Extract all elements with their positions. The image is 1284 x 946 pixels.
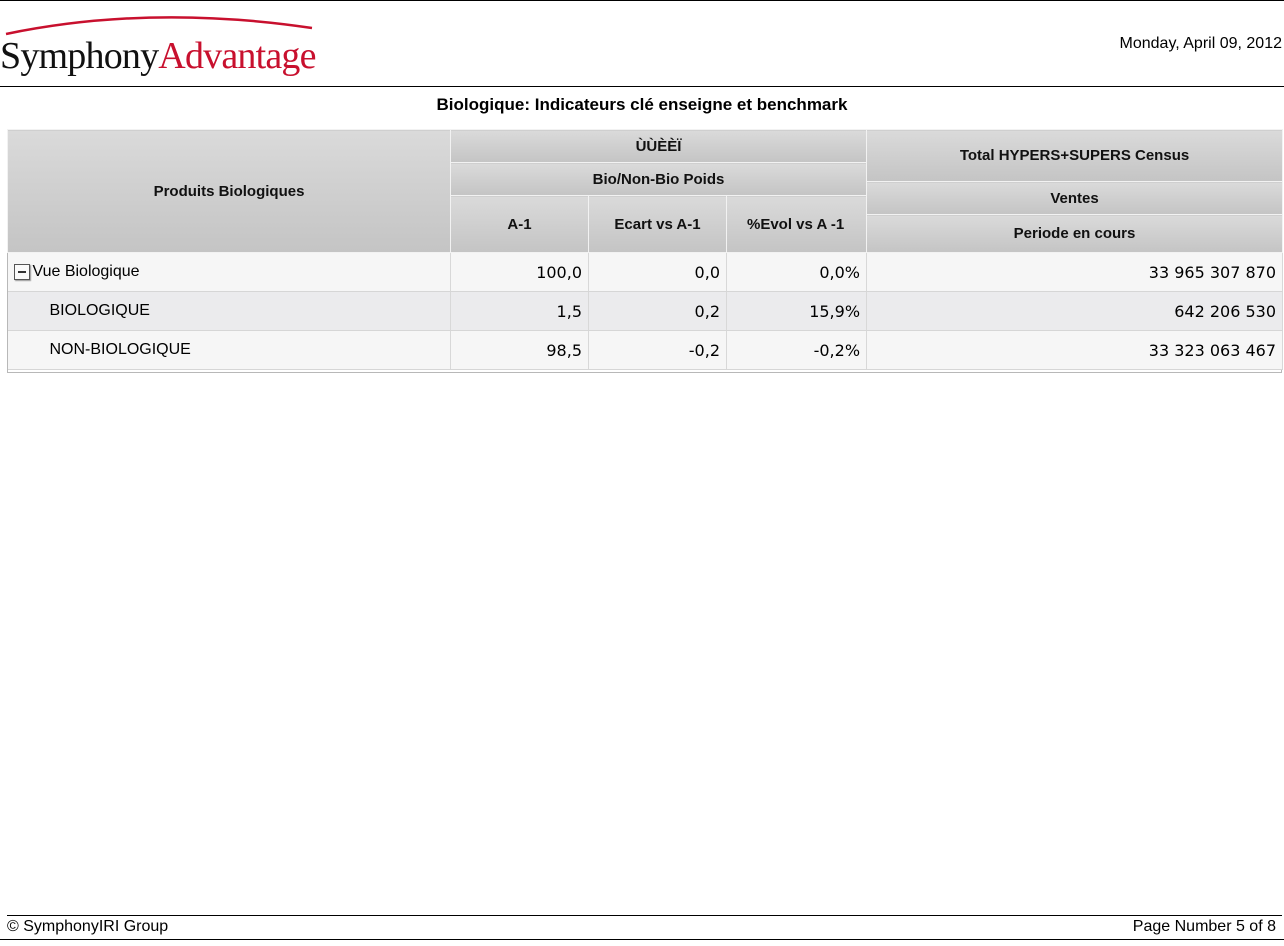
collapse-minus-icon[interactable] xyxy=(13,263,30,280)
cell-evol: 15,9% xyxy=(726,291,868,331)
cell-a1: 1,5 xyxy=(450,291,589,331)
cell-ventes: 33 323 063 467 xyxy=(866,330,1284,370)
header-group1: ÙÙÈÈÏ xyxy=(449,129,868,163)
cell-a1: 98,5 xyxy=(450,330,589,370)
logo-word-advantage: Advantage xyxy=(158,35,316,77)
row-label: NON-BIOLOGIQUE xyxy=(7,330,451,370)
table-row: Vue Biologique 100,0 0,0 0,0% 33 965 307… xyxy=(7,252,1284,292)
footer-rule xyxy=(7,915,1282,916)
logo-word-symphony: Symphony xyxy=(0,35,159,77)
header-total-hypers-supers: Total HYPERS+SUPERS Census xyxy=(866,129,1284,182)
cell-ecart: 0,2 xyxy=(588,291,727,331)
report-title: Biologique: Indicateurs clé enseigne et … xyxy=(436,95,848,114)
row-label: BIOLOGIQUE xyxy=(7,291,451,331)
header-bio-non-bio-poids: Bio/Non-Bio Poids xyxy=(449,162,868,196)
header-col-ecart: Ecart vs A-1 xyxy=(588,195,727,253)
grid-table: Produits Biologiques ÙÙÈÈÏ Total HYPERS+… xyxy=(7,129,1284,370)
table-row: NON-BIOLOGIQUE 98,5 -0,2 -0,2% 33 323 06… xyxy=(7,330,1284,370)
header-rule xyxy=(0,86,1284,87)
header-produits-biologiques: Produits Biologiques xyxy=(7,129,451,253)
cell-a1: 100,0 xyxy=(450,252,589,292)
cell-ventes: 33 965 307 870 xyxy=(866,252,1284,292)
header-col-evol: %Evol vs A -1 xyxy=(725,195,868,253)
header-col-periode: Periode en cours xyxy=(866,214,1284,253)
row-label: Vue Biologique xyxy=(32,263,140,280)
symphony-advantage-logo: SymphonyAdvantage xyxy=(0,8,320,78)
row-label-cell: Vue Biologique xyxy=(7,252,451,292)
cell-evol: 0,0% xyxy=(726,252,868,292)
footer-copyright: © SymphonyIRI Group xyxy=(7,918,169,935)
top-rule xyxy=(0,0,1284,1)
bottom-rule xyxy=(0,939,1284,940)
header-ventes: Ventes xyxy=(866,181,1284,215)
header-col-a1: A-1 xyxy=(450,195,589,253)
logo-wordmark: SymphonyAdvantage xyxy=(0,34,317,78)
report-date: Monday, April 09, 2012 xyxy=(1119,35,1282,52)
footer-page-number: Page Number 5 of 8 xyxy=(1132,918,1276,935)
cell-ventes: 642 206 530 xyxy=(866,291,1284,331)
data-grid: Produits Biologiques ÙÙÈÈÏ Total HYPERS+… xyxy=(7,129,1284,373)
cell-ecart: -0,2 xyxy=(588,330,727,370)
cell-evol: -0,2% xyxy=(726,330,868,370)
cell-ecart: 0,0 xyxy=(588,252,727,292)
table-row: BIOLOGIQUE 1,5 0,2 15,9% 642 206 530 xyxy=(7,291,1284,331)
